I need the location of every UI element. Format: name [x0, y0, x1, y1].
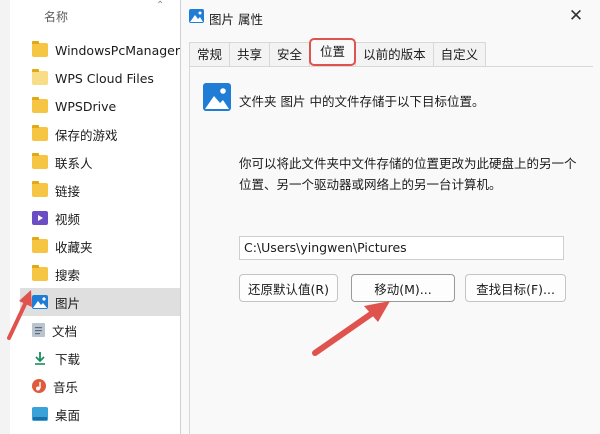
nav-item-label: 视频 — [55, 211, 81, 227]
folder-list: WindowsPcManager WPS Cloud Files WPSDriv… — [20, 36, 182, 428]
close-button[interactable]: ✕ — [565, 5, 587, 27]
nav-item-links[interactable]: 链接 — [20, 176, 182, 204]
nav-item-saved-games[interactable]: 保存的游戏 — [20, 120, 182, 148]
nav-item-label: 下载 — [55, 351, 81, 367]
tab-customize[interactable]: 自定义 — [432, 42, 487, 66]
dialog-titlebar[interactable]: 图片 属性 ✕ — [181, 0, 600, 34]
location-description: 你可以将此文件夹中文件存储的位置更改为此硬盘上的另一个位置、另一个驱动器或网络上… — [239, 156, 577, 192]
nav-item-windowspcmanager[interactable]: WindowsPcManager — [20, 36, 182, 64]
tab-strip: 常规 共享 安全 位置 以前的版本 自定义 — [189, 38, 593, 67]
tab-sharing[interactable]: 共享 — [229, 42, 271, 66]
nav-item-label: 保存的游戏 — [55, 127, 118, 143]
restore-default-button[interactable]: 还原默认值(R) — [239, 274, 338, 302]
nav-item-label: WPSDrive — [55, 98, 117, 114]
tab-security[interactable]: 安全 — [269, 42, 311, 66]
folder-icon — [32, 97, 48, 113]
name-column-header[interactable]: 名称 — [44, 8, 68, 25]
desktop-icon — [32, 407, 48, 421]
move-button[interactable]: 移动(M)... — [351, 274, 455, 302]
pictures-properties-dialog: 图片 属性 ✕ 常规 共享 安全 位置 以前的版本 自定义 文件夹 图片 中的文… — [180, 0, 600, 434]
location-path-field[interactable]: C:\Users\yingwen\Pictures — [239, 236, 564, 260]
nav-item-music[interactable]: 音乐 — [20, 372, 182, 400]
pictures-icon — [32, 295, 48, 309]
explorer-left-edge — [0, 0, 10, 434]
location-heading: 文件夹 图片 中的文件存储于以下目标位置。 — [239, 94, 485, 109]
nav-item-documents[interactable]: 文档 — [20, 316, 182, 344]
nav-item-label: 收藏夹 — [55, 239, 93, 255]
nav-item-contacts[interactable]: 联系人 — [20, 148, 182, 176]
folder-icon — [32, 41, 48, 57]
nav-item-label: 搜索 — [55, 267, 81, 283]
documents-icon — [32, 323, 45, 337]
dialog-title: 图片 属性 — [209, 12, 263, 27]
music-icon — [32, 379, 46, 393]
location-tab-panel: 文件夹 图片 中的文件存储于以下目标位置。 你可以将此文件夹中文件存储的位置更改… — [189, 67, 594, 434]
nav-item-label: WPS Cloud Files — [55, 70, 154, 86]
nav-item-videos[interactable]: 视频 — [20, 204, 182, 232]
video-icon — [32, 211, 48, 225]
nav-item-downloads[interactable]: 下载 — [20, 344, 182, 372]
folder-icon — [32, 237, 48, 253]
nav-item-favorites[interactable]: 收藏夹 — [20, 232, 182, 260]
tab-general[interactable]: 常规 — [189, 42, 231, 66]
nav-item-label: 联系人 — [55, 155, 93, 171]
nav-item-label: WindowsPcManager — [55, 42, 180, 58]
chevron-up-icon[interactable]: ⌃ — [156, 0, 164, 11]
download-icon — [32, 351, 48, 365]
pictures-folder-icon — [203, 83, 231, 111]
nav-item-label: 链接 — [55, 183, 81, 199]
nav-item-pictures[interactable]: 图片 — [20, 288, 182, 316]
tab-previous-versions[interactable]: 以前的版本 — [355, 42, 434, 66]
explorer-navigation-pane: ⌃ 名称 WindowsPcManager WPS Cloud Files WP… — [0, 0, 182, 434]
folder-icon — [32, 125, 48, 141]
nav-item-wpsdrive[interactable]: WPSDrive — [20, 92, 182, 120]
nav-item-searches[interactable]: 搜索 — [20, 260, 182, 288]
nav-item-desktop[interactable]: 桌面 — [20, 400, 182, 428]
tab-location[interactable]: 位置 — [309, 38, 357, 66]
folder-icon — [32, 153, 48, 169]
find-target-button[interactable]: 查找目标(F)... — [465, 274, 566, 302]
pictures-icon — [189, 9, 204, 23]
nav-item-wps-cloud-files[interactable]: WPS Cloud Files — [20, 64, 182, 92]
folder-icon — [32, 181, 48, 197]
folder-icon — [32, 265, 48, 281]
nav-item-label: 音乐 — [53, 379, 79, 395]
nav-item-label: 图片 — [55, 295, 81, 311]
nav-item-label: 文档 — [52, 323, 78, 339]
folder-icon — [32, 69, 48, 85]
nav-item-label: 桌面 — [55, 407, 81, 423]
